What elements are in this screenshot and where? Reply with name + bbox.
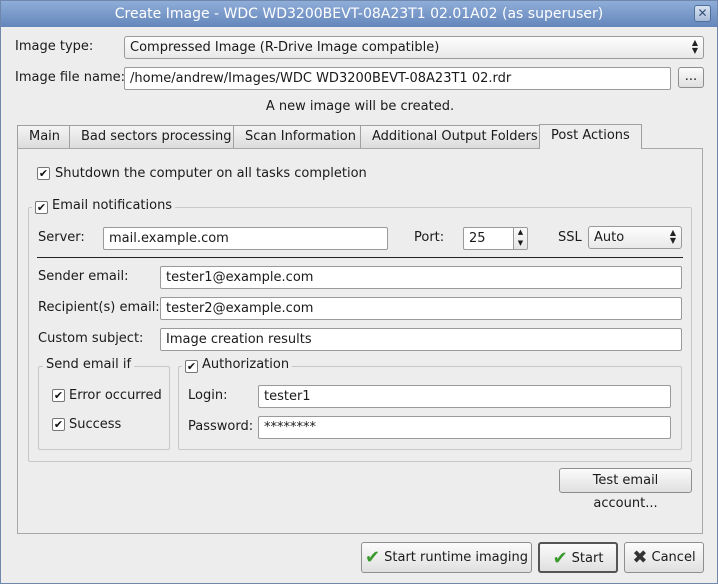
port-value: 25 — [469, 231, 486, 246]
send-email-if-group — [38, 366, 170, 450]
tab-scan-information[interactable]: Scan Information — [233, 125, 368, 148]
recipient-email-input[interactable]: tester2@example.com — [160, 297, 682, 320]
password-label: Password: — [188, 419, 254, 434]
send-email-if-label: Send email if — [43, 357, 135, 372]
email-notifications-header: ✔ Email notifications — [32, 198, 176, 214]
custom-subject-input[interactable]: Image creation results — [160, 328, 682, 351]
checkmark-icon: ✔ — [552, 548, 568, 569]
browse-button[interactable]: ... — [678, 67, 704, 88]
updown-arrows-icon: ▲ ▼ — [669, 228, 676, 245]
title-bar: Create Image - WDC WD3200BEVT-08A23T1 02… — [1, 1, 717, 27]
success-checkbox[interactable]: ✔ — [52, 418, 65, 431]
authorization-header: ✔ Authorization — [182, 357, 293, 373]
image-type-label: Image type: — [15, 39, 94, 54]
port-spinbox[interactable]: 25 ▲ ▼ — [463, 227, 528, 250]
window-title: Create Image - WDC WD3200BEVT-08A23T1 02… — [114, 6, 604, 22]
sender-email-input[interactable]: tester1@example.com — [160, 266, 682, 289]
sender-email-label: Sender email: — [38, 269, 129, 284]
tab-additional-output-folders[interactable]: Additional Output Folders — [360, 125, 550, 148]
start-runtime-imaging-label: Start runtime imaging — [384, 550, 528, 565]
spin-arrows-icon[interactable]: ▲ ▼ — [513, 228, 527, 249]
authorization-checkbox[interactable]: ✔ — [185, 360, 198, 373]
login-input[interactable]: tester1 — [258, 385, 671, 408]
start-label: Start — [571, 551, 604, 566]
image-file-input[interactable]: /home/andrew/Images/WDC WD3200BEVT-08A23… — [124, 67, 671, 90]
shutdown-checkbox[interactable]: ✔ — [37, 167, 50, 180]
create-image-dialog: Create Image - WDC WD3200BEVT-08A23T1 02… — [0, 0, 718, 584]
image-type-select[interactable]: Compressed Image (R-Drive Image compatib… — [124, 36, 704, 59]
shutdown-label: Shutdown the computer on all tasks compl… — [55, 166, 367, 181]
tab-post-actions[interactable]: Post Actions — [539, 124, 642, 149]
start-button[interactable]: ✔ Start — [538, 542, 618, 573]
image-file-label: Image file name: — [15, 70, 126, 85]
info-message: A new image will be created. — [265, 99, 455, 114]
separator — [37, 257, 683, 258]
email-notifications-label: Email notifications — [52, 198, 173, 213]
start-runtime-imaging-button[interactable]: ✔ Start runtime imaging — [361, 542, 532, 573]
ssl-select[interactable]: Auto ▲ ▼ — [588, 226, 682, 249]
login-label: Login: — [188, 388, 228, 403]
error-occurred-checkbox[interactable]: ✔ — [52, 389, 65, 402]
email-notifications-checkbox[interactable]: ✔ — [35, 201, 48, 214]
tab-bad-sectors[interactable]: Bad sectors processing — [69, 125, 244, 148]
password-input[interactable]: ******** — [258, 416, 671, 439]
server-input[interactable]: mail.example.com — [103, 227, 388, 250]
checkmark-icon: ✔ — [365, 547, 381, 568]
tab-main[interactable]: Main — [17, 125, 73, 148]
success-label: Success — [69, 417, 122, 432]
server-label: Server: — [38, 230, 85, 245]
cancel-label: Cancel — [651, 550, 696, 565]
cancel-x-icon: ✖ — [632, 547, 648, 568]
ssl-value: Auto — [594, 230, 625, 245]
close-icon[interactable]: ✕ — [694, 5, 711, 22]
authorization-label: Authorization — [202, 357, 290, 372]
image-type-value: Compressed Image (R-Drive Image compatib… — [130, 40, 440, 55]
error-occurred-label: Error occurred — [69, 388, 162, 403]
cancel-button[interactable]: ✖ Cancel — [624, 542, 704, 573]
ssl-label: SSL — [558, 230, 582, 245]
custom-subject-label: Custom subject: — [38, 331, 144, 346]
test-email-account-button[interactable]: Test email account... — [559, 468, 692, 511]
port-label: Port: — [414, 230, 445, 245]
recipient-email-label: Recipient(s) email: — [38, 300, 160, 315]
updown-arrows-icon: ▲ ▼ — [691, 38, 698, 55]
